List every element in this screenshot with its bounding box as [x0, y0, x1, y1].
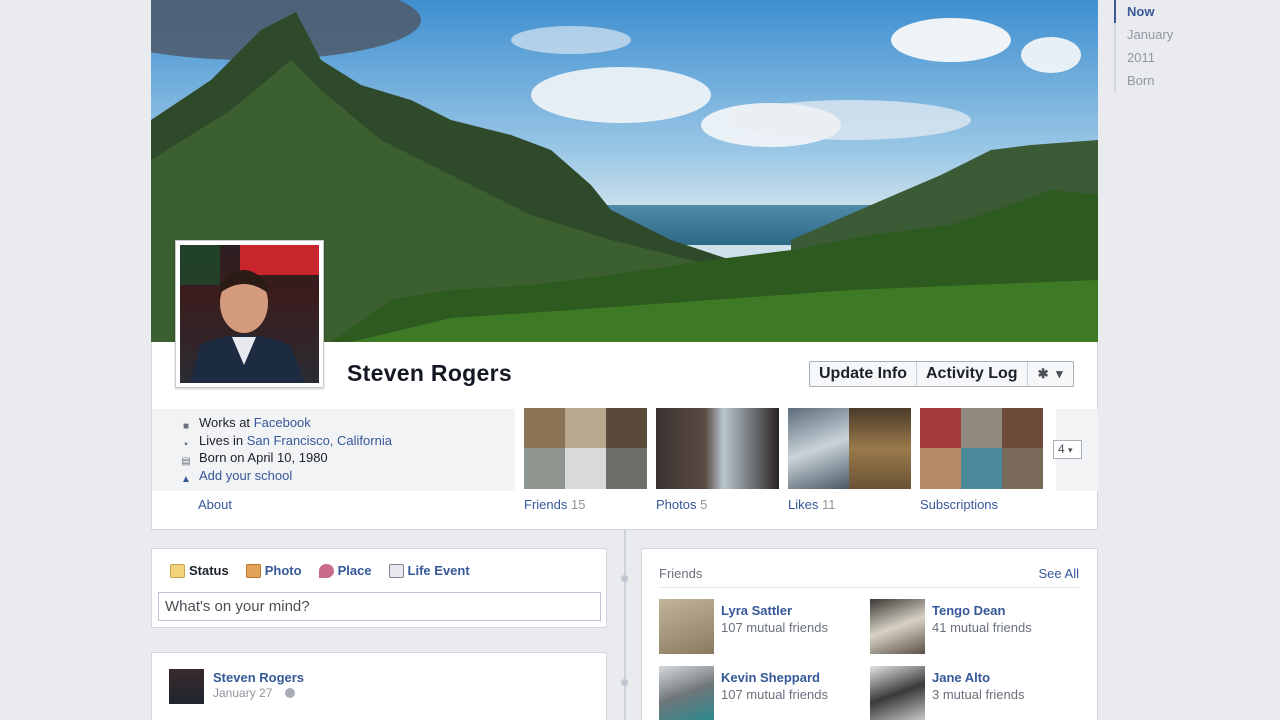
- born-label: Born on April 10, 1980: [199, 450, 328, 466]
- composer-tab-place[interactable]: Place: [318, 563, 372, 578]
- likes-tile[interactable]: [788, 408, 911, 489]
- divider: [659, 587, 1079, 588]
- book-icon: [388, 563, 404, 578]
- status-composer: Status Photo Place Life Event What's on …: [151, 548, 607, 628]
- likes-label: Likes: [788, 497, 819, 512]
- friend-thumbnail[interactable]: [659, 666, 714, 720]
- friends-count: 15: [570, 497, 586, 512]
- friend-item[interactable]: Tengo Dean 41 mutual friends: [870, 599, 1080, 655]
- composer-tab-status[interactable]: Status: [170, 563, 229, 578]
- timeline-dot: [621, 679, 628, 686]
- friend-mutual: 3 mutual friends: [932, 687, 1025, 702]
- photo-icon: [245, 563, 261, 578]
- school-icon: ▲: [181, 473, 191, 485]
- friend-item[interactable]: Lyra Sattler 107 mutual friends: [659, 599, 869, 655]
- works-at-row: ■ Works at Facebook: [180, 414, 392, 432]
- post-date[interactable]: January 27: [213, 686, 272, 700]
- place-tab-label: Place: [337, 563, 372, 578]
- chevron-down-icon: ▾: [1068, 445, 1073, 455]
- lives-in-link[interactable]: San Francisco, California: [247, 432, 392, 450]
- friend-name[interactable]: Jane Alto: [932, 670, 990, 685]
- timeline-spine: [624, 530, 626, 720]
- globe-icon[interactable]: [285, 688, 295, 698]
- friends-box-title: Friends: [659, 566, 703, 581]
- more-tiles-button[interactable]: 4 ▾: [1053, 440, 1082, 459]
- likes-count: 11: [821, 497, 836, 512]
- photos-count: 5: [700, 497, 708, 512]
- profile-picture[interactable]: [175, 240, 324, 388]
- timeline-nav-2011[interactable]: 2011: [1114, 46, 1264, 69]
- avatar[interactable]: [169, 669, 204, 704]
- place-pin-icon: [318, 563, 334, 578]
- see-all-link[interactable]: See All: [1039, 566, 1079, 581]
- friend-name[interactable]: Kevin Sheppard: [721, 670, 820, 685]
- status-tab-label: Status: [189, 563, 229, 578]
- life-event-tab-label: Life Event: [407, 563, 470, 578]
- works-at-link[interactable]: Facebook: [254, 414, 311, 432]
- composer-tab-life-event[interactable]: Life Event: [388, 563, 470, 578]
- friend-mutual: 41 mutual friends: [932, 620, 1032, 635]
- profile-name: Steven Rogers: [347, 360, 512, 386]
- add-school-link[interactable]: Add your school: [199, 467, 292, 485]
- timeline-post: Steven Rogers January 27: [151, 652, 607, 720]
- friends-box: Friends See All Lyra Sattler 107 mutual …: [641, 548, 1098, 720]
- photos-tile[interactable]: [656, 408, 779, 489]
- status-icon: [170, 563, 185, 578]
- photos-label: Photos: [656, 497, 697, 512]
- timeline-nav: Now January 2011 Born: [1114, 0, 1264, 92]
- status-input[interactable]: What's on your mind?: [158, 592, 601, 621]
- friend-name[interactable]: Tengo Dean: [932, 603, 1005, 618]
- friend-mutual: 107 mutual friends: [721, 620, 828, 635]
- lives-in-row: ▪ Lives in San Francisco, California: [180, 432, 392, 450]
- friend-thumbnail[interactable]: [870, 599, 925, 654]
- composer-tab-photo[interactable]: Photo: [245, 563, 302, 578]
- chevron-down-icon: ▾: [1056, 366, 1063, 381]
- about-link[interactable]: About: [198, 497, 232, 512]
- gear-icon: ✱: [1037, 366, 1049, 381]
- born-row: ▤ Born on April 10, 1980: [180, 449, 392, 467]
- subscriptions-label: Subscriptions: [920, 497, 999, 512]
- settings-menu-button[interactable]: ✱ ▾: [1028, 362, 1073, 386]
- subscriptions-tile[interactable]: [920, 408, 1043, 489]
- activity-log-button[interactable]: Activity Log: [917, 362, 1028, 386]
- works-at-label: Works at: [199, 415, 251, 430]
- friends-tile[interactable]: [524, 408, 647, 489]
- likes-tile-label[interactable]: Likes 11: [788, 497, 835, 512]
- friend-thumbnail[interactable]: [870, 666, 925, 720]
- subscriptions-tile-label[interactable]: Subscriptions: [920, 497, 998, 512]
- friend-mutual: 107 mutual friends: [721, 687, 828, 702]
- lives-in-label: Lives in: [199, 432, 244, 448]
- friend-item[interactable]: Jane Alto 3 mutual friends: [870, 666, 1080, 720]
- friend-item[interactable]: Kevin Sheppard 107 mutual friends: [659, 666, 869, 720]
- photos-tile-label[interactable]: Photos 5: [656, 497, 707, 512]
- timeline-nav-now[interactable]: Now: [1114, 0, 1264, 23]
- house-icon: ▪: [184, 438, 188, 450]
- timeline-nav-born[interactable]: Born: [1114, 69, 1264, 92]
- calendar-icon: ▤: [181, 456, 191, 468]
- header-buttons: Update Info Activity Log ✱ ▾: [809, 361, 1074, 387]
- add-school-row[interactable]: ▲ Add your school: [180, 467, 392, 485]
- briefcase-icon: ■: [182, 420, 190, 432]
- friend-thumbnail[interactable]: [659, 599, 714, 654]
- photo-tab-label: Photo: [264, 563, 302, 578]
- about-list: ■ Works at Facebook ▪ Lives in San Franc…: [180, 414, 392, 485]
- update-info-button[interactable]: Update Info: [810, 362, 917, 386]
- more-count: 4: [1058, 442, 1065, 456]
- friends-tile-label[interactable]: Friends 15: [524, 497, 585, 512]
- friends-label: Friends: [524, 497, 568, 512]
- post-author[interactable]: Steven Rogers: [213, 670, 304, 685]
- friend-name[interactable]: Lyra Sattler: [721, 603, 792, 618]
- timeline-nav-january[interactable]: January: [1114, 23, 1264, 46]
- timeline-dot: [621, 575, 628, 582]
